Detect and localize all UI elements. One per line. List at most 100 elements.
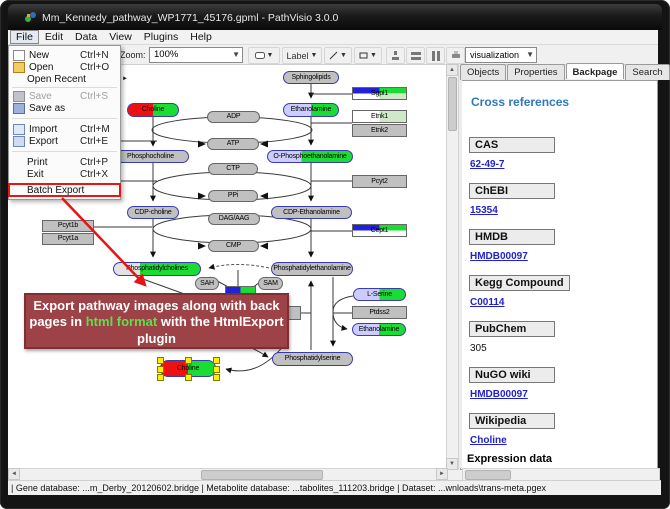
pathway-node-ptdss2[interactable]: Ptdss2 [352, 306, 407, 319]
pathway-node-cdp-ethanolamine[interactable]: CDP-Ethanolamine [271, 206, 352, 219]
pathway-node-o-phosphoethanolamine[interactable]: O-Phosphoethanolamine [267, 150, 353, 163]
xref-value-nugo-wiki[interactable]: HMDB00097 [470, 389, 528, 400]
pathway-node-dag-aag[interactable]: DAG/AAG [208, 213, 260, 225]
file-menu-item-save: SaveCtrl+S [9, 90, 120, 102]
line-tool-button[interactable]: ▼ [324, 47, 352, 64]
align-button[interactable] [386, 47, 405, 64]
file-menu-item-import[interactable]: ImportCtrl+M [9, 123, 120, 135]
node-label: Etnk2 [353, 125, 406, 136]
node-label: Pcyt1b [43, 221, 93, 231]
tab-backpage[interactable]: Backpage [566, 63, 625, 79]
node-label: Phosphatidylserine [273, 353, 352, 365]
file-menu-item-print[interactable]: PrintCtrl+P [9, 156, 120, 168]
pathway-node-sgpl1[interactable]: Sgpl1 [352, 87, 407, 100]
printer-button[interactable] [446, 47, 465, 64]
scrollbar-thumb[interactable] [448, 77, 457, 131]
xref-value-chebi[interactable]: 15354 [470, 205, 498, 216]
pathway-node-choline[interactable]: Choline [127, 103, 179, 117]
node-label: CDP-choline [128, 207, 178, 218]
scroll-up-icon[interactable]: ▲ [446, 64, 458, 76]
pathway-node-sam[interactable]: SAM [258, 277, 283, 290]
align-icon [391, 51, 400, 61]
scroll-left-icon[interactable]: ◄ [8, 468, 20, 480]
file-menu-item-open[interactable]: OpenCtrl+O [9, 61, 120, 73]
file-menu-item-new[interactable]: NewCtrl+N [9, 49, 120, 61]
pathway-node-sah[interactable]: SAH [195, 277, 219, 290]
shape-tool-button[interactable]: ▼ [354, 47, 382, 64]
menu-item-shortcut: Ctrl+S [80, 91, 116, 102]
shape-tool-icon [359, 51, 368, 60]
xref-value-hmdb[interactable]: HMDB00097 [470, 251, 528, 262]
selection-handle[interactable] [213, 374, 220, 381]
file-menu-item-save-as[interactable]: Save as [9, 102, 120, 114]
scrollbar-thumb[interactable] [465, 470, 511, 480]
xref-section-cas: CAS [469, 137, 555, 153]
menu-bar: FileEditDataViewPluginsHelp [8, 30, 658, 45]
visualization-combobox[interactable]: visualization▼ [465, 47, 537, 63]
xref-value-cas[interactable]: 62-49-7 [470, 159, 504, 170]
callout-plain-text: with the HtmlExport plugin [137, 314, 284, 345]
pathway-node-atp[interactable]: ATP [207, 138, 259, 150]
pathway-node-pcyt1b[interactable]: Pcyt1b [42, 220, 94, 232]
pathway-node-pcyt1a[interactable]: Pcyt1a [42, 233, 94, 245]
selection-handle[interactable] [157, 357, 164, 364]
menu-data[interactable]: Data [69, 30, 103, 44]
selection-handle[interactable] [157, 366, 164, 373]
menu-view[interactable]: View [103, 30, 138, 44]
pathway-node-adp[interactable]: ADP [207, 111, 260, 123]
pathway-node-phosphocholine[interactable]: Phosphocholine [112, 150, 189, 163]
menu-help[interactable]: Help [184, 30, 218, 44]
node-label: Pcyt2 [353, 176, 406, 187]
zoom-combobox[interactable]: 100%▼ [149, 47, 243, 63]
pathway-node-cdp-choline[interactable]: CDP-choline [127, 206, 179, 219]
selection-handle[interactable] [213, 366, 220, 373]
pathway-node-phosphatidylcholines[interactable]: Phosphatidylcholines [113, 262, 201, 276]
pathway-node-phosphatidylserine[interactable]: Phosphatidylserine [272, 352, 353, 366]
selection-handle[interactable] [185, 374, 192, 381]
pathway-node-l-serine[interactable]: L-Serine [353, 288, 406, 301]
line-tool-icon [329, 51, 338, 60]
selection-handle[interactable] [157, 374, 164, 381]
xref-value-kegg-compound[interactable]: C00114 [470, 297, 504, 308]
file-menu-item-export[interactable]: ExportCtrl+E [9, 135, 120, 147]
tab-search[interactable]: Search [625, 64, 669, 80]
scroll-right-icon[interactable]: ► [436, 468, 448, 480]
pathway-node-pcyt2[interactable]: Pcyt2 [352, 175, 407, 188]
menu-plugins[interactable]: Plugins [138, 30, 184, 44]
scrollbar-thumb[interactable] [201, 470, 323, 480]
stack-vertical-button[interactable] [426, 47, 445, 64]
menu-separator [12, 118, 117, 119]
file-menu-item-batch-export[interactable]: Batch Export [9, 184, 120, 196]
pathway-node-ethanolamine-2[interactable]: Ethanolamine [352, 323, 406, 336]
pathway-node-etnk1[interactable]: Etnk1 [352, 110, 407, 123]
menu-edit[interactable]: Edit [39, 30, 69, 44]
tab-properties[interactable]: Properties [507, 64, 564, 80]
node-label: CDP-Ethanolamine [272, 207, 351, 218]
file-menu-item-open-recent[interactable]: Open Recent► [9, 73, 120, 85]
stack-horizontal-button[interactable] [406, 47, 425, 64]
xref-section-pubchem: PubChem [469, 321, 555, 337]
tab-objects[interactable]: Objects [460, 64, 506, 80]
xref-value-wikipedia[interactable]: Choline [470, 435, 507, 446]
pathway-node-phosphatidylethanolamine[interactable]: Phosphatidylethanolamine [271, 262, 353, 276]
node-label: L-Serine [354, 289, 405, 300]
pathway-node-ppi[interactable]: PPi [208, 190, 258, 202]
pathway-node-sphingolipids[interactable]: Sphingolipids [283, 71, 339, 84]
label-tool-button[interactable]: Label▼ [282, 47, 322, 64]
file-menu-item-exit[interactable]: ExitCtrl+X [9, 168, 120, 180]
menu-file[interactable]: File [10, 30, 39, 44]
gene-tool-button[interactable]: ▼ [248, 47, 280, 64]
selection-handle[interactable] [185, 357, 192, 364]
xref-value-pubchem: 305 [470, 343, 487, 354]
node-label: Sphingolipids [284, 72, 338, 83]
pathway-node-choline-selected[interactable]: Choline [160, 360, 216, 377]
pathway-node-etnk2[interactable]: Etnk2 [352, 124, 407, 137]
pathway-node-ctp[interactable]: CTP [208, 163, 258, 175]
selection-handle[interactable] [213, 357, 220, 364]
canvas-vertical-scrollbar[interactable]: ▲ ▼ [446, 64, 459, 470]
pathway-node-cmp[interactable]: CMP [208, 240, 259, 252]
pathway-node-ethanolamine[interactable]: Ethanolamine [283, 103, 339, 117]
node-label: Phosphatidylcholines [114, 263, 200, 275]
chevron-down-icon: ▼ [232, 48, 240, 62]
pathway-node-cept1[interactable]: Cept1 [352, 224, 407, 237]
